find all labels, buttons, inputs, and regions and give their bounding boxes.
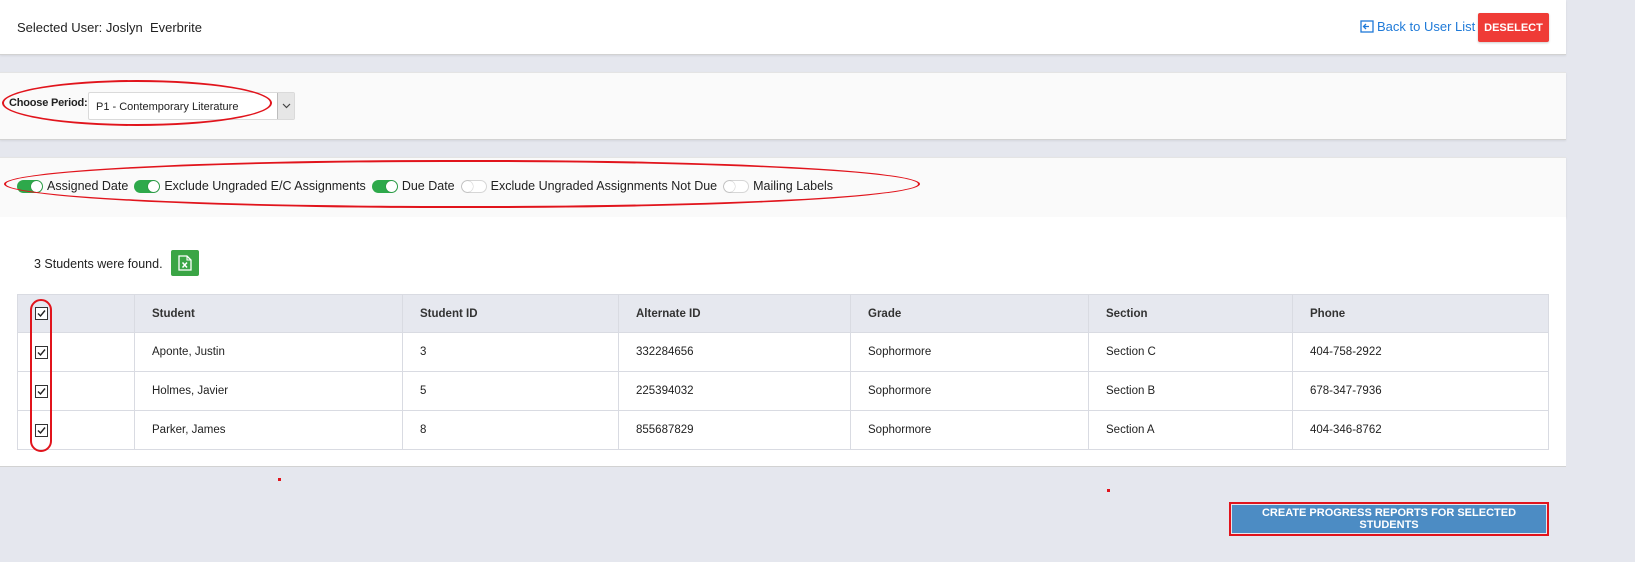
choose-period-label: Choose Period: bbox=[9, 97, 88, 109]
cell-alternate-id: 225394032 bbox=[618, 371, 851, 411]
toggle-due-date[interactable] bbox=[371, 179, 398, 193]
cell-student-id: 5 bbox=[402, 371, 619, 411]
export-excel-button[interactable] bbox=[171, 250, 199, 276]
toggle-assigned-date-label: Assigned Date bbox=[47, 179, 129, 193]
cell-grade: Sophormore bbox=[850, 410, 1089, 450]
column-header-phone[interactable]: Phone bbox=[1292, 294, 1549, 333]
row-checkbox[interactable] bbox=[35, 384, 48, 398]
period-select[interactable]: P1 - Contemporary Literature bbox=[88, 92, 295, 120]
annotation-dot bbox=[278, 478, 281, 481]
toggle-exclude-ungraded-ec-label: Exclude Ungraded E/C Assignments bbox=[164, 179, 366, 193]
cell-student-id: 3 bbox=[402, 332, 619, 372]
toggle-assigned-date[interactable] bbox=[17, 179, 43, 193]
row-checkbox[interactable] bbox=[35, 345, 48, 359]
results-panel: 3 Students were found. Student Student I… bbox=[0, 217, 1566, 467]
deselect-button[interactable]: DESELECT bbox=[1478, 13, 1549, 42]
row-checkbox[interactable] bbox=[35, 423, 48, 437]
toggle-exclude-ungraded-ec[interactable] bbox=[134, 179, 161, 193]
table-row: Holmes, Javier 5 225394032 Sophormore Se… bbox=[17, 371, 1549, 411]
cell-phone: 404-346-8762 bbox=[1292, 410, 1549, 450]
excel-icon bbox=[178, 255, 192, 271]
create-progress-reports-button[interactable]: CREATE PROGRESS REPORTS FOR SELECTED STU… bbox=[1232, 505, 1546, 533]
column-header-section[interactable]: Section bbox=[1088, 294, 1293, 333]
cell-grade: Sophormore bbox=[850, 332, 1089, 372]
period-selected-value: P1 - Contemporary Literature bbox=[96, 101, 239, 113]
report-options-panel: Assigned Date Exclude Ungraded E/C Assig… bbox=[0, 157, 1566, 218]
cell-grade: Sophormore bbox=[850, 371, 1089, 411]
toggle-mailing-labels[interactable] bbox=[723, 179, 750, 193]
column-header-alternate-id[interactable]: Alternate ID bbox=[618, 294, 851, 333]
select-all-checkbox[interactable] bbox=[35, 307, 48, 320]
selected-user-bar: Selected User: Joslyn Everbrite Back to … bbox=[0, 0, 1566, 55]
annotation-dot bbox=[1107, 489, 1110, 492]
cell-student: Parker, James bbox=[134, 410, 403, 450]
cell-phone: 678-347-7936 bbox=[1292, 371, 1549, 411]
cell-student-id: 8 bbox=[402, 410, 619, 450]
period-panel: Choose Period: P1 - Contemporary Literat… bbox=[0, 72, 1566, 140]
cell-section: Section C bbox=[1088, 332, 1293, 372]
cell-alternate-id: 855687829 bbox=[618, 410, 851, 450]
table-header-row: Student Student ID Alternate ID Grade Se… bbox=[17, 294, 1549, 333]
students-table: Student Student ID Alternate ID Grade Se… bbox=[17, 294, 1549, 450]
table-row: Parker, James 8 855687829 Sophormore Sec… bbox=[17, 410, 1549, 450]
cell-section: Section B bbox=[1088, 371, 1293, 411]
cell-phone: 404-758-2922 bbox=[1292, 332, 1549, 372]
back-link-label: Back to User List bbox=[1377, 19, 1476, 34]
toggle-exclude-ungraded-not-due-label: Exclude Ungraded Assignments Not Due bbox=[490, 179, 718, 193]
toggle-mailing-labels-label: Mailing Labels bbox=[753, 179, 834, 193]
column-header-student-id[interactable]: Student ID bbox=[402, 294, 619, 333]
results-count: 3 Students were found. bbox=[34, 257, 163, 271]
cell-student: Aponte, Justin bbox=[134, 332, 403, 372]
column-header-grade[interactable]: Grade bbox=[850, 294, 1089, 333]
cell-alternate-id: 332284656 bbox=[618, 332, 851, 372]
cell-section: Section A bbox=[1088, 410, 1293, 450]
table-row: Aponte, Justin 3 332284656 Sophormore Se… bbox=[17, 332, 1549, 372]
toggle-exclude-ungraded-not-due[interactable] bbox=[460, 179, 487, 193]
back-arrow-icon bbox=[1360, 20, 1374, 33]
column-header-student[interactable]: Student bbox=[134, 294, 403, 333]
cell-student: Holmes, Javier bbox=[134, 371, 403, 411]
toggle-due-date-label: Due Date bbox=[401, 179, 455, 193]
back-to-user-list-link[interactable]: Back to User List bbox=[1360, 19, 1475, 34]
option-toggles: Assigned Date Exclude Ungraded E/C Assig… bbox=[17, 179, 839, 193]
select-all-cell bbox=[17, 294, 135, 333]
chevron-down-icon[interactable] bbox=[277, 93, 294, 119]
selected-user-text: Selected User: Joslyn Everbrite bbox=[17, 20, 202, 35]
